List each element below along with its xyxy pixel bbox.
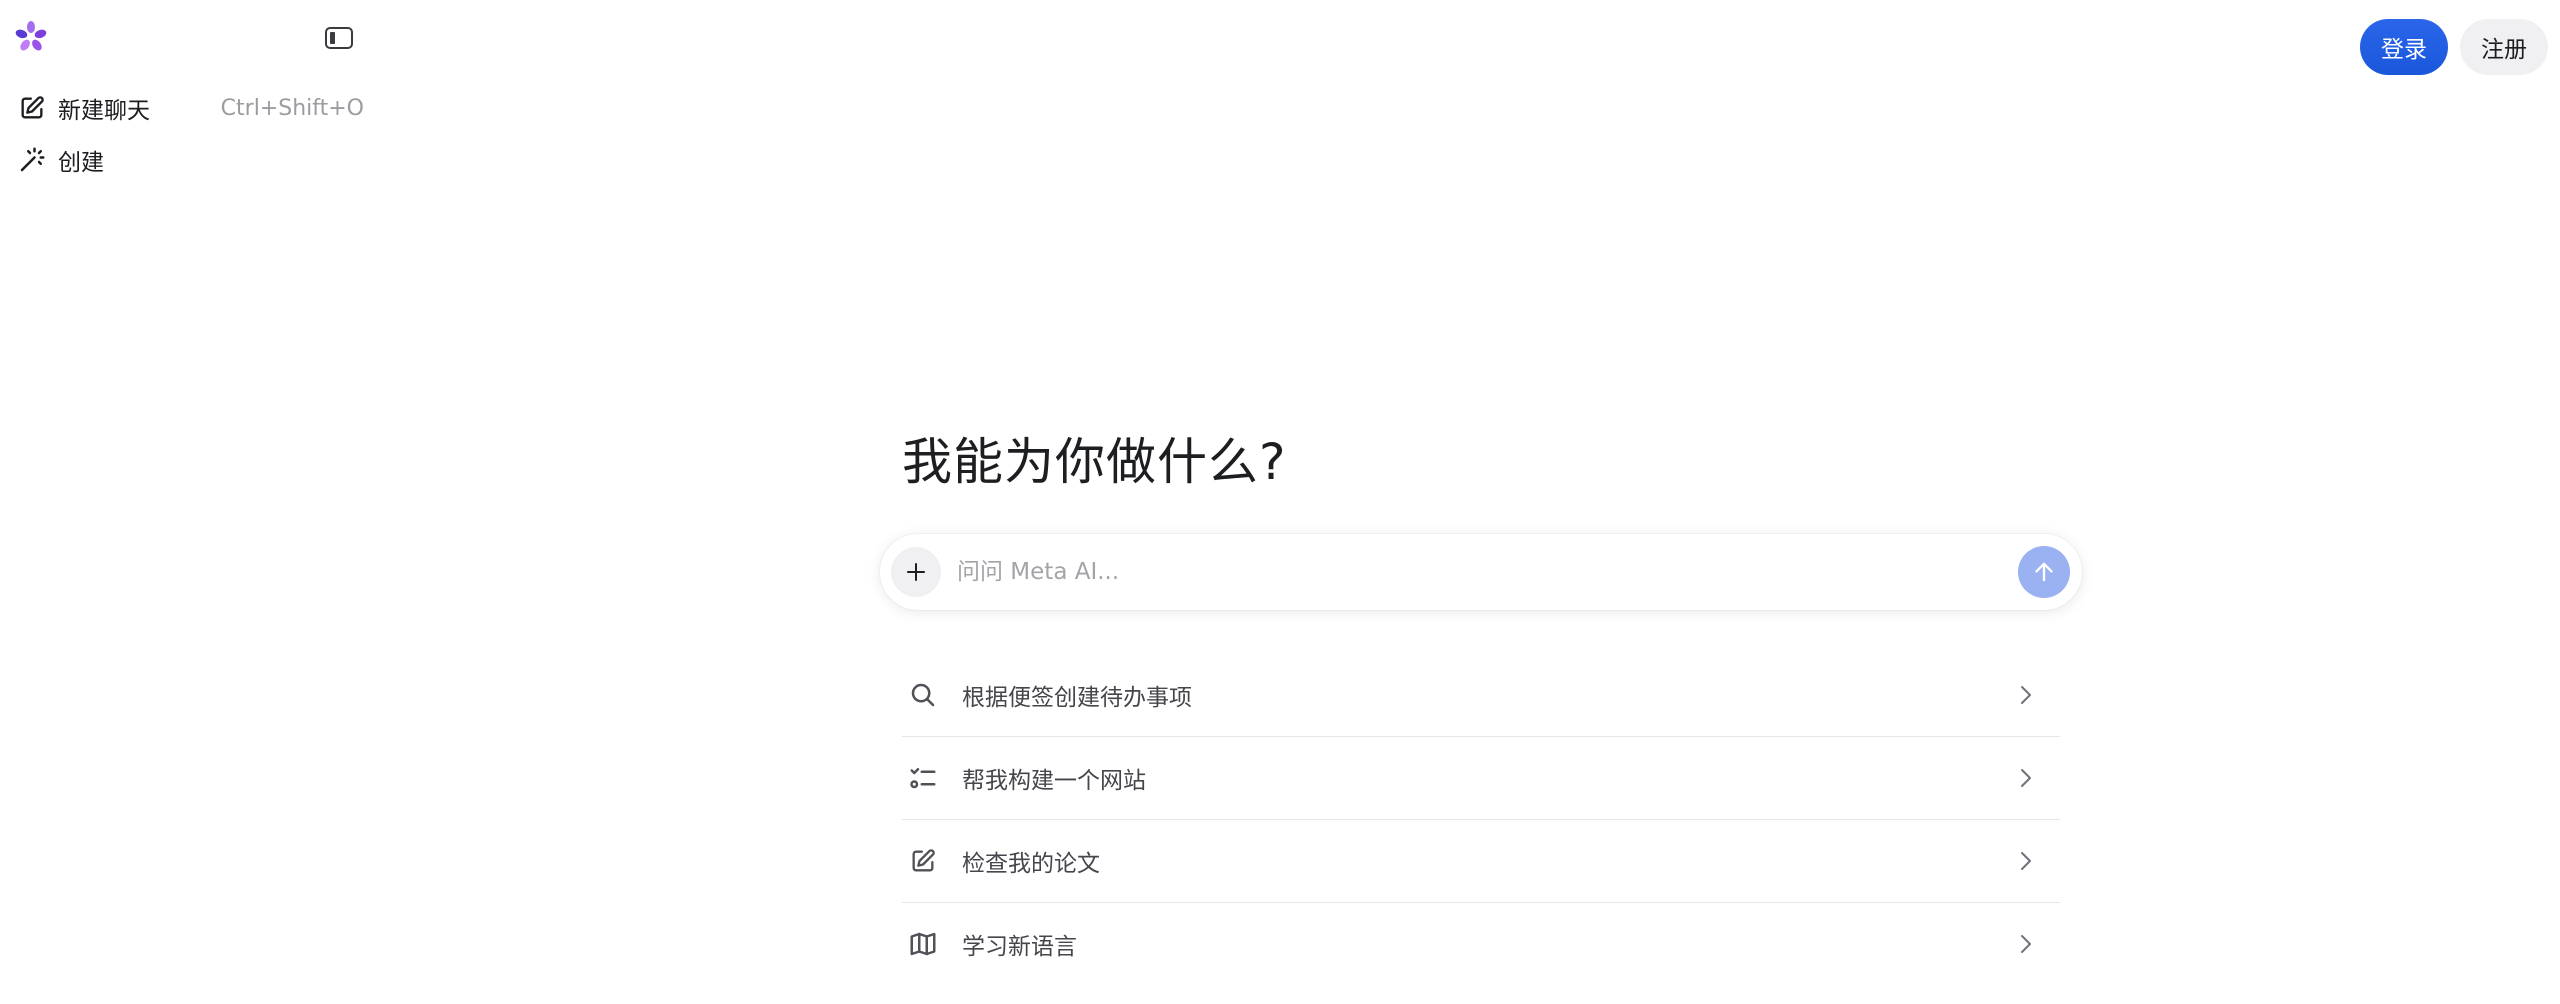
sidebar-toggle-icon[interactable]	[324, 26, 354, 50]
suggestion-list: 根据便签创建待办事项 帮我构建一个网站 检查我的论文 学习新语言	[902, 654, 2060, 985]
create-label: 创建	[58, 150, 104, 176]
edit-icon	[906, 844, 940, 878]
plus-icon	[907, 563, 925, 581]
chevron-right-icon	[2016, 851, 2036, 871]
new-chat-label: 新建聊天	[58, 98, 150, 124]
chat-composer	[880, 534, 2082, 610]
arrow-up-icon	[2035, 562, 2053, 582]
chat-input[interactable]	[955, 558, 2018, 586]
suggestion-label: 检查我的论文	[962, 851, 1100, 877]
search-icon	[906, 678, 940, 712]
suggestion-label: 帮我构建一个网站	[962, 768, 1146, 794]
suggestion-label: 根据便签创建待办事项	[962, 685, 1192, 711]
new-chat-shortcut: Ctrl+Shift+O	[220, 95, 364, 121]
page-title: 我能为你做什么?	[902, 433, 1287, 491]
sidebar: 新建聊天 Ctrl+Shift+O 创建	[0, 0, 370, 1004]
meta-ai-logo-icon[interactable]	[12, 18, 50, 56]
new-chat-button[interactable]: 新建聊天 Ctrl+Shift+O	[12, 84, 364, 132]
checklist-icon	[906, 761, 940, 795]
add-attachment-button[interactable]	[891, 547, 941, 597]
suggestion-label: 学习新语言	[962, 934, 1077, 960]
suggestion-item[interactable]: 帮我构建一个网站	[902, 737, 2060, 820]
suggestion-item[interactable]: 检查我的论文	[902, 820, 2060, 903]
register-button[interactable]: 注册	[2460, 19, 2548, 75]
map-icon	[906, 927, 940, 961]
suggestion-item[interactable]: 根据便签创建待办事项	[902, 654, 2060, 737]
chevron-right-icon	[2016, 934, 2036, 954]
chevron-right-icon	[2016, 685, 2036, 705]
edit-icon	[14, 90, 50, 126]
chevron-right-icon	[2016, 768, 2036, 788]
send-button[interactable]	[2018, 546, 2070, 598]
suggestion-item[interactable]: 学习新语言	[902, 903, 2060, 985]
login-button[interactable]: 登录	[2360, 19, 2448, 75]
create-button[interactable]: 创建	[12, 136, 364, 184]
auth-buttons: 登录 注册	[2360, 19, 2548, 75]
magic-wand-icon	[14, 142, 50, 178]
